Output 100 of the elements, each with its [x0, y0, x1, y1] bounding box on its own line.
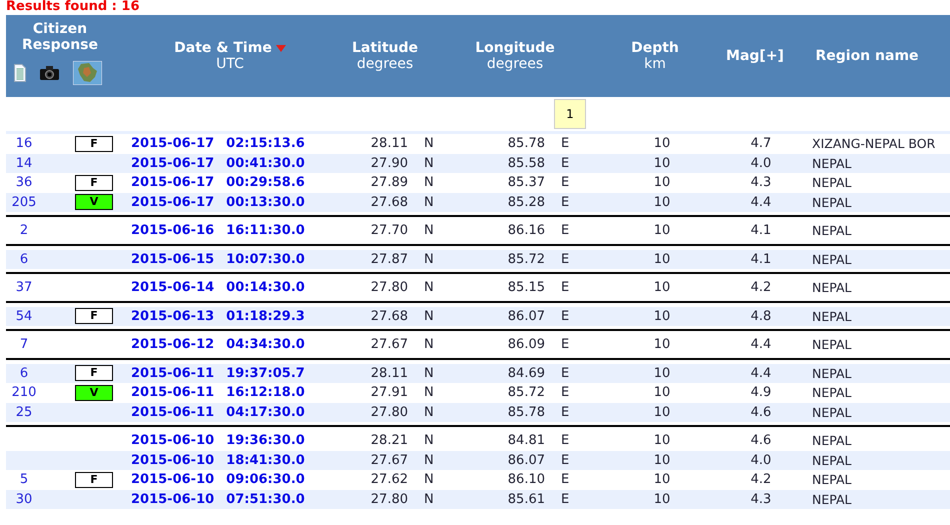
magnitude-cell: 4.4	[750, 194, 772, 210]
event-time[interactable]: 18:41:30.0	[226, 452, 305, 468]
response-badge[interactable]: V	[75, 194, 113, 210]
response-count[interactable]: 2	[20, 223, 28, 238]
magnitude-cell: 4.9	[750, 385, 772, 400]
response-count[interactable]: 6	[20, 252, 28, 267]
event-time[interactable]: 00:41:30.0	[226, 156, 305, 171]
column-unit: degrees	[486, 56, 544, 72]
magnitude-cell: 4.1	[750, 252, 772, 267]
depth-cell: 10	[654, 337, 670, 352]
response-badge[interactable]: F	[75, 136, 113, 152]
depth-cell: 10	[654, 433, 670, 448]
response-count[interactable]: 30	[16, 492, 32, 507]
event-time[interactable]: 02:15:13.6	[226, 136, 305, 152]
response-count[interactable]: 37	[16, 280, 32, 296]
event-time[interactable]: 19:37:05.7	[226, 366, 305, 381]
magnitude-cell: 4.2	[750, 472, 772, 488]
event-time[interactable]: 07:51:30.0	[226, 492, 305, 507]
page-button[interactable]: 1	[554, 99, 586, 129]
region-cell: NEPAL	[812, 337, 852, 352]
event-date[interactable]: 2015-06-13	[131, 308, 214, 324]
depth-cell: 10	[654, 492, 670, 507]
hemisphere-cell-text: N	[423, 156, 434, 171]
event-date[interactable]: 2015-06-17	[131, 136, 214, 152]
event-date[interactable]: 2015-06-17	[131, 194, 214, 210]
column-heading[interactable]: Region name	[815, 48, 919, 64]
depth-cell: 10	[654, 223, 670, 238]
response-count[interactable]: 205	[12, 194, 36, 210]
event-time[interactable]: 16:12:18.0	[226, 385, 305, 400]
magnitude-cell: 4.6	[750, 404, 772, 420]
depth-cell: 10	[654, 308, 670, 324]
latitude-cell-text: 28.11	[370, 136, 408, 152]
longitude-cell-text: 85.72	[506, 252, 545, 267]
column-heading[interactable]: Longitude	[475, 40, 555, 56]
event-time[interactable]: 09:06:30.0	[226, 472, 305, 488]
event-date[interactable]: 2015-06-10	[131, 433, 214, 448]
response-badge[interactable]: F	[75, 472, 113, 488]
response-count[interactable]: 6	[20, 366, 28, 381]
camera-icon[interactable]	[40, 66, 59, 80]
longitude-cell-text: 86.07	[506, 308, 545, 324]
event-date[interactable]: 2015-06-14	[131, 280, 214, 296]
event-date[interactable]: 2015-06-17	[131, 175, 214, 190]
event-date[interactable]: 2015-06-10	[131, 492, 214, 507]
longitude-cell-text: 85.78	[506, 136, 545, 152]
column-heading[interactable]: Mag[+]	[726, 48, 784, 64]
response-count[interactable]: 7	[20, 337, 28, 352]
response-count[interactable]: 210	[12, 385, 36, 400]
hemisphere-cell-text: N	[423, 252, 434, 267]
depth-cell: 10	[654, 385, 670, 400]
event-date[interactable]: 2015-06-12	[131, 337, 214, 352]
event-time[interactable]: 04:34:30.0	[226, 337, 305, 352]
event-time[interactable]: 00:29:58.6	[226, 175, 305, 190]
event-time[interactable]: 00:13:30.0	[226, 194, 305, 210]
depth-cell: 10	[654, 472, 670, 488]
event-time[interactable]: 16:11:30.0	[226, 223, 305, 238]
hemisphere-cell-text: N	[423, 337, 434, 352]
response-badge[interactable]: F	[75, 308, 113, 324]
event-date[interactable]: 2015-06-15	[131, 252, 214, 267]
column-heading[interactable]: Citizen Response	[10, 21, 110, 53]
column-heading[interactable]: Depth	[631, 40, 679, 56]
hemisphere-cell-text: N	[423, 280, 434, 296]
magnitude-cell: 4.3	[750, 175, 772, 190]
response-count[interactable]: 36	[16, 175, 32, 190]
longitude-cell-text: 86.16	[506, 223, 545, 238]
event-date[interactable]: 2015-06-16	[131, 223, 214, 238]
column-heading[interactable]: Latitude	[352, 40, 418, 56]
magnitude-cell: 4.6	[750, 433, 772, 448]
event-date[interactable]: 2015-06-10	[131, 472, 214, 488]
magnitude-cell: 4.7	[750, 136, 772, 152]
event-time[interactable]: 01:18:29.3	[226, 308, 305, 324]
response-count[interactable]: 54	[16, 308, 32, 324]
hemisphere-cell-text: E	[560, 366, 570, 381]
response-badge[interactable]: F	[75, 174, 113, 191]
response-count[interactable]: 16	[16, 136, 32, 152]
hemisphere-cell-text: E	[560, 175, 570, 190]
response-count[interactable]: 14	[16, 156, 32, 171]
latitude-cell-text: 27.91	[370, 385, 408, 400]
column-unit: degrees	[356, 56, 414, 72]
event-time[interactable]: 19:36:30.0	[226, 433, 305, 448]
event-time[interactable]: 00:14:30.0	[226, 280, 305, 296]
latitude-cell-text: 27.67	[370, 337, 408, 352]
column-heading[interactable]: Date & Time	[174, 40, 286, 56]
depth-cell: 10	[654, 366, 670, 381]
event-date[interactable]: 2015-06-17	[131, 156, 214, 171]
response-badge[interactable]: V	[75, 384, 113, 401]
depth-cell: 10	[654, 136, 670, 152]
event-date[interactable]: 2015-06-11	[131, 404, 214, 420]
event-time[interactable]: 04:17:30.0	[226, 404, 305, 420]
magnitude-cell: 4.1	[750, 223, 772, 238]
depth-cell: 10	[654, 280, 670, 296]
event-date[interactable]: 2015-06-11	[131, 385, 214, 400]
response-count[interactable]: 5	[20, 472, 28, 488]
event-date[interactable]: 2015-06-11	[131, 366, 214, 381]
event-date[interactable]: 2015-06-10	[131, 452, 214, 468]
magnitude-cell: 4.2	[750, 280, 772, 296]
map-icon[interactable]	[73, 61, 102, 85]
response-count[interactable]: 25	[16, 404, 32, 420]
event-time[interactable]: 10:07:30.0	[226, 252, 305, 267]
response-badge[interactable]: F	[75, 365, 113, 382]
document-icon[interactable]	[14, 64, 26, 82]
